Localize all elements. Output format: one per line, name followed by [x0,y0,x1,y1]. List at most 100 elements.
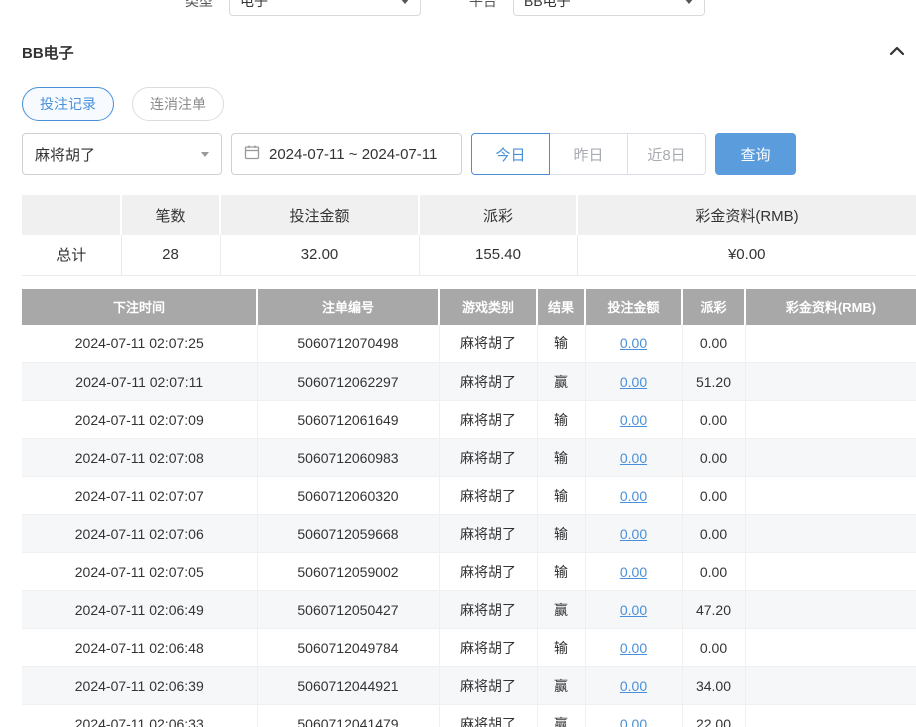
table-row: 2024-07-11 02:07:255060712070498麻将胡了输 0.0… [22,325,916,363]
tab-cancelled-bets[interactable]: 连消注单 [132,87,224,121]
cell-payout: 0.00 [682,553,745,591]
summary-header-blank [22,195,121,235]
bet-amount-link[interactable]: 0.00 [620,450,647,466]
cell-bonus [745,705,916,727]
collapse-section-button[interactable] [888,44,906,61]
cell-bet-time: 2024-07-11 02:06:48 [22,629,257,667]
cell-bet-amount: 0.00 [585,629,682,667]
cell-bet-time: 2024-07-11 02:06:49 [22,591,257,629]
bet-amount-link[interactable]: 0.00 [620,335,647,351]
table-row: 2024-07-11 02:06:485060712049784麻将胡了输 0.0… [22,629,916,667]
cell-game: 麻将胡了 [439,629,537,667]
bet-amount-link[interactable]: 0.00 [620,678,647,694]
quick-range-last-8-days[interactable]: 近8日 [627,133,706,175]
cell-bet-amount: 0.00 [585,667,682,705]
top-filter-strip: 类型 电子 平台 BB电子 [22,0,916,16]
cell-bet-amount: 0.00 [585,401,682,439]
cell-bet-amount: 0.00 [585,477,682,515]
cell-bet-id: 5060712070498 [257,325,439,363]
search-button[interactable]: 查询 [715,133,796,175]
cell-bonus [745,515,916,553]
cell-bet-time: 2024-07-11 02:07:05 [22,553,257,591]
records-column-header: 游戏类别 [439,289,537,325]
cell-bonus [745,629,916,667]
table-row: 2024-07-11 02:07:065060712059668麻将胡了输0.0… [22,515,916,553]
section-header: BB电子 [22,42,916,63]
summary-header-row: 笔数 投注金额 派彩 彩金资料(RMB) [22,195,916,235]
bet-amount-link[interactable]: 0.00 [620,564,647,580]
summary-header-count: 笔数 [121,195,220,235]
summary-total-payout: 155.40 [419,235,577,275]
type-select-value: 电子 [240,0,268,11]
bet-amount-link[interactable]: 0.00 [620,716,647,727]
summary-total-count: 28 [121,235,220,275]
cell-payout: 34.00 [682,667,745,705]
cell-bonus [745,363,916,401]
cell-result: 输 [537,553,585,591]
cell-game: 麻将胡了 [439,705,537,727]
cell-game: 麻将胡了 [439,667,537,705]
cell-bet-amount: 0.00 [585,705,682,727]
cell-bet-time: 2024-07-11 02:07:07 [22,477,257,515]
cell-bet-amount: 0.00 [585,553,682,591]
cell-bet-time: 2024-07-11 02:06:33 [22,705,257,727]
cell-game: 麻将胡了 [439,439,537,477]
cell-game: 麻将胡了 [439,363,537,401]
cell-game: 麻将胡了 [439,401,537,439]
cell-result: 输 [537,515,585,553]
cell-bet-id: 5060712050427 [257,591,439,629]
cell-result: 输 [537,325,585,363]
quick-range-yesterday[interactable]: 昨日 [549,133,628,175]
cell-payout: 0.00 [682,515,745,553]
cell-bonus [745,325,916,363]
cell-result: 输 [537,629,585,667]
records-table: 下注时间注单编号游戏类别结果投注金额派彩彩金资料(RMB) 2024-07-11… [22,289,916,727]
game-select[interactable]: 麻将胡了 [22,133,222,175]
bet-amount-link[interactable]: 0.00 [620,526,647,542]
summary-total-label: 总计 [22,235,121,275]
bet-amount-link[interactable]: 0.00 [620,602,647,618]
table-row: 2024-07-11 02:07:115060712062297麻将胡了赢0.0… [22,363,916,401]
cell-payout: 22.00 [682,705,745,727]
table-row: 2024-07-11 02:07:095060712061649麻将胡了输0.0… [22,401,916,439]
date-range-picker[interactable]: 2024-07-11 ~ 2024-07-11 [231,133,462,175]
type-select[interactable]: 电子 [229,0,421,16]
cell-bet-time: 2024-07-11 02:07:06 [22,515,257,553]
cell-result: 赢 [537,705,585,727]
platform-select[interactable]: BB电子 [513,0,705,16]
type-label: 类型 [185,0,213,16]
top-filter-row: 类型 电子 平台 BB电子 [22,0,916,16]
cell-bet-id: 5060712060320 [257,477,439,515]
chevron-down-icon [400,0,410,4]
cell-bet-amount: 0.00 [585,439,682,477]
records-table-body: 2024-07-11 02:07:255060712070498麻将胡了输0.0… [22,325,916,727]
records-column-header: 结果 [537,289,585,325]
cell-result: 赢 [537,363,585,401]
cell-game: 麻将胡了 [439,325,537,363]
bet-amount-link[interactable]: 0.00 [620,640,647,656]
tab-bet-records[interactable]: 投注记录 [22,87,114,121]
chevron-down-icon [684,0,694,4]
cell-payout: 0.00 [682,477,745,515]
table-row: 2024-07-11 02:06:495060712050427麻将胡了赢0.0… [22,591,916,629]
chevron-down-icon [201,152,209,157]
table-row: 2024-07-11 02:06:395060712044921麻将胡了赢0.0… [22,667,916,705]
quick-range-today[interactable]: 今日 [471,133,550,175]
quick-range-group: 今日 昨日 近8日 [471,133,706,175]
cell-bet-time: 2024-07-11 02:07:25 [22,325,257,363]
bet-amount-link[interactable]: 0.00 [620,488,647,504]
table-row: 2024-07-11 02:06:335060712041479麻将胡了赢0.0… [22,705,916,727]
page: 类型 电子 平台 BB电子 BB电子 投注记录 连消注单 麻将胡了 [0,0,916,727]
cell-bet-id: 5060712049784 [257,629,439,667]
cell-payout: 0.00 [682,629,745,667]
bet-amount-link[interactable]: 0.00 [620,374,647,390]
bet-amount-link[interactable]: 0.00 [620,412,647,428]
calendar-icon [244,144,260,164]
cell-game: 麻将胡了 [439,477,537,515]
records-table-header-row: 下注时间注单编号游戏类别结果投注金额派彩彩金资料(RMB) [22,289,916,325]
cell-bonus [745,591,916,629]
cell-bet-time: 2024-07-11 02:06:39 [22,667,257,705]
cell-bet-amount: 0.00 [585,591,682,629]
filter-bar: 麻将胡了 2024-07-11 ~ 2024-07-11 今日 昨日 近8日 查… [22,133,916,175]
cell-result: 输 [537,401,585,439]
